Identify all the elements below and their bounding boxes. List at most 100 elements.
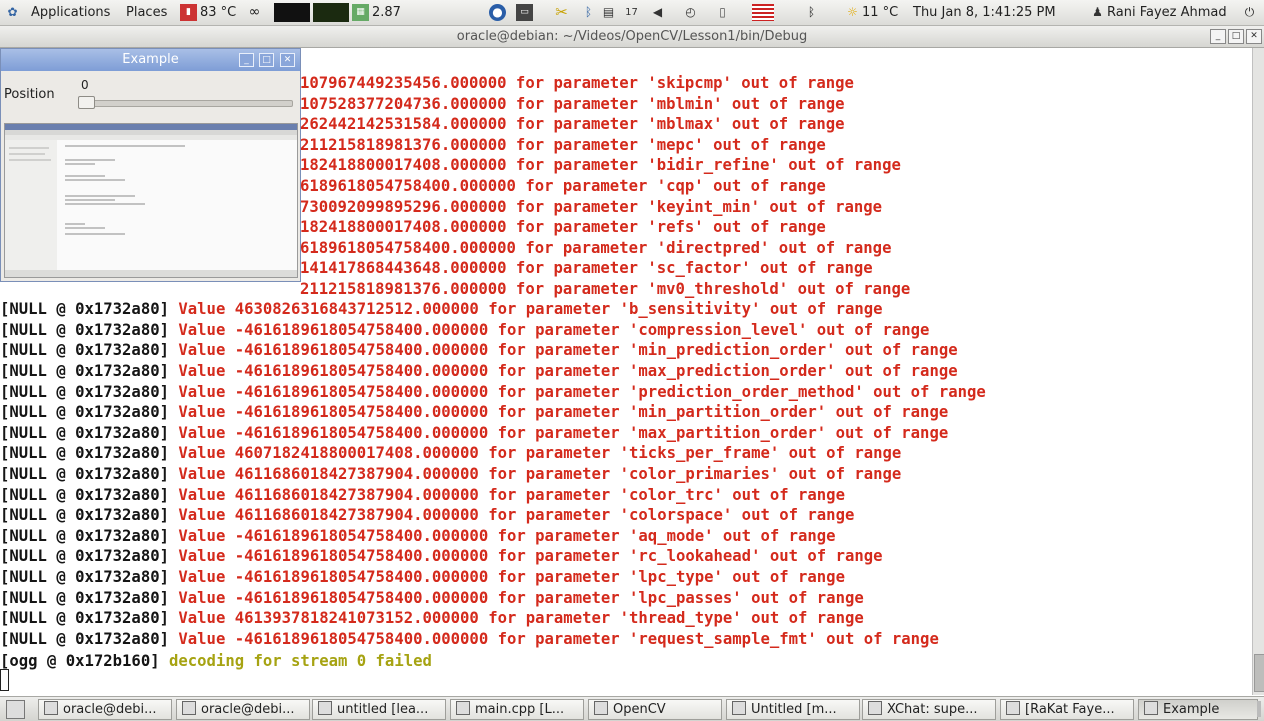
minimize-button[interactable]: _ <box>1210 29 1226 44</box>
line-message: Value -4616189618054758400.000000 for pa… <box>178 526 836 545</box>
show-desktop-icon[interactable] <box>6 700 25 719</box>
mixer-icon[interactable]: ▤ <box>600 4 617 21</box>
workspace-switcher[interactable] <box>1257 701 1261 717</box>
xchat-icon <box>868 701 882 715</box>
line-message: Value -4616189618054758400.000000 for pa… <box>178 629 939 648</box>
globe-icon[interactable]: ● <box>489 4 506 21</box>
line-prefix: [NULL @ 0x1732a80] <box>0 320 179 339</box>
line-prefix: [NULL @ 0x1732a80] <box>0 341 179 360</box>
line-message: Value 4611686018427387904.000000 for par… <box>178 464 902 483</box>
clock[interactable]: Thu Jan 8, 1:41:25 PM <box>913 0 1056 25</box>
taskbar-item[interactable]: Untitled [m... <box>726 699 860 720</box>
taskbar-item-label: OpenCV <box>613 702 666 717</box>
line-prefix: [NULL @ 0x1732a80] <box>0 567 179 586</box>
volume-icon[interactable]: ◀ <box>649 4 666 21</box>
terminal-line: 182418800017408.000000 for parameter 're… <box>300 217 826 238</box>
tools-icon[interactable]: ✂ <box>553 4 570 21</box>
paint-icon <box>732 701 746 715</box>
line-message: 107528377204736.000000 for parameter 'mb… <box>300 94 845 113</box>
line-message: Value 4613937818241073152.000000 for par… <box>178 609 864 628</box>
trackbar-handle[interactable] <box>78 96 95 109</box>
terminal-line: [NULL @ 0x1732a80] Value -46161896180547… <box>0 320 929 341</box>
line-prefix: [NULL @ 0x1732a80] <box>0 547 179 566</box>
document-icon[interactable]: ▯ <box>714 4 731 21</box>
trackbar-label: Position <box>4 87 55 102</box>
clock-applet-icon[interactable]: ◴ <box>682 4 699 21</box>
terminal-line: [NULL @ 0x1732a80] Value -46161896180547… <box>0 629 939 650</box>
user-name[interactable]: Rani Fayez Ahmad <box>1107 0 1227 25</box>
line-message: Value -4616189618054758400.000000 for pa… <box>178 320 930 339</box>
example-minimize-button[interactable]: _ <box>239 53 254 67</box>
terminal-line: [NULL @ 0x1732a80] Value -46161896180547… <box>0 361 958 382</box>
example-titlebar[interactable]: Example _ □ ✕ <box>1 49 300 71</box>
terminal-line: 730092099895296.000000 for parameter 'ke… <box>300 197 882 218</box>
taskbar-item[interactable]: oracle@debi... <box>38 699 172 720</box>
power-icon[interactable]: ⏻ <box>1241 4 1258 21</box>
taskbar-item[interactable]: Example <box>1138 699 1258 720</box>
taskbar-item[interactable]: OpenCV <box>588 699 722 720</box>
close-button[interactable]: ✕ <box>1246 29 1262 44</box>
us-flag-icon[interactable] <box>752 4 774 21</box>
terminal-line: [NULL @ 0x1732a80] Value -46161896180547… <box>0 382 986 403</box>
terminal-line: 6189618054758400.000000 for parameter 'd… <box>300 238 891 259</box>
top-panel: ✿ Applications Places ▮ 83 °C ∞ ▦ 2.87 ●… <box>0 0 1264 26</box>
line-message: Value 4630826316843712512.000000 for par… <box>178 300 883 319</box>
window-icon <box>1144 701 1158 715</box>
terminal-titlebar[interactable]: oracle@debian: ~/Videos/OpenCV/Lesson1/b… <box>0 26 1264 48</box>
bluetooth-icon[interactable]: ᛒ <box>580 4 597 21</box>
line-message: Value -4616189618054758400.000000 for pa… <box>178 588 864 607</box>
taskbar-item-label: Example <box>1163 702 1220 717</box>
taskbar-item[interactable]: oracle@debi... <box>176 699 310 720</box>
taskbar-item[interactable]: main.cpp [L... <box>450 699 584 720</box>
terminal-line: [NULL @ 0x1732a80] Value -46161896180547… <box>0 567 845 588</box>
terminal-line: [NULL @ 0x1732a80] Value 461168601842738… <box>0 505 854 526</box>
video-frame <box>4 123 298 278</box>
terminal-title: oracle@debian: ~/Videos/OpenCV/Lesson1/b… <box>456 29 808 44</box>
scrollbar-thumb[interactable] <box>1254 654 1264 692</box>
terminal-line: 107528377204736.000000 for parameter 'mb… <box>300 94 845 115</box>
line-prefix: [NULL @ 0x1732a80] <box>0 485 179 504</box>
position-trackbar[interactable] <box>81 100 293 107</box>
line-message: Value -4616189618054758400.000000 for pa… <box>178 547 883 566</box>
terminal-icon <box>44 701 58 715</box>
bluetooth-status-icon[interactable]: ᛒ <box>803 4 820 21</box>
taskbar-item-label: [RaKat Faye... <box>1025 702 1115 717</box>
taskbar-item-label: untitled [lea... <box>337 702 429 717</box>
applications-menu[interactable]: Applications <box>31 0 110 25</box>
weather-temperature: 11 °C <box>862 5 899 20</box>
terminal-line: [NULL @ 0x1732a80] Value 461393781824107… <box>0 608 864 629</box>
line-message: Value -4616189618054758400.000000 for pa… <box>178 567 845 586</box>
calendar-icon[interactable]: 17 <box>623 4 640 21</box>
line-prefix: [NULL @ 0x1732a80] <box>0 444 179 463</box>
line-message: 211215818981376.000000 for parameter 'me… <box>300 135 826 154</box>
example-maximize-button[interactable]: □ <box>259 53 274 67</box>
maximize-button[interactable]: □ <box>1228 29 1244 44</box>
line-prefix: [NULL @ 0x1732a80] <box>0 382 179 401</box>
video-frame-screenshot <box>5 124 297 277</box>
line-prefix: [NULL @ 0x1732a80] <box>0 403 179 422</box>
line-message: 211215818981376.000000 for parameter 'mv… <box>300 280 911 298</box>
taskbar-item[interactable]: [RaKat Faye... <box>1000 699 1134 720</box>
example-close-button[interactable]: ✕ <box>280 53 295 67</box>
line-message: Value -4616189618054758400.000000 for pa… <box>178 341 958 360</box>
terminal-scrollbar[interactable] <box>1252 48 1264 695</box>
terminal-line: [NULL @ 0x1732a80] Value 463082631684371… <box>0 299 883 320</box>
line-message: 182418800017408.000000 for parameter 're… <box>300 218 826 237</box>
load-value: 2.87 <box>372 5 401 20</box>
line-prefix: [NULL @ 0x1732a80] <box>0 464 179 483</box>
cpu-sensor-icon: ▮ <box>180 4 197 21</box>
terminal-line: [NULL @ 0x1732a80] Value -46161896180547… <box>0 526 836 547</box>
terminal-last-line: [ogg @ 0x172b160] decoding for stream 0 … <box>0 651 432 672</box>
taskbar-item[interactable]: XChat: supe... <box>862 699 996 720</box>
line-message: 141417868443648.000000 for parameter 'sc… <box>300 259 873 278</box>
weather-sun-icon: ☼ <box>847 5 858 19</box>
example-window[interactable]: Example _ □ ✕ Position 0 <box>0 48 301 282</box>
user-icon: ♟ <box>1092 5 1103 19</box>
line-prefix: [NULL @ 0x1732a80] <box>0 300 179 319</box>
places-menu[interactable]: Places <box>126 0 167 25</box>
folder-icon <box>594 701 608 715</box>
taskbar-item[interactable]: untitled [lea... <box>312 699 446 720</box>
line-message: decoding for stream 0 failed <box>169 652 432 670</box>
cpu-temperature: 83 °C <box>200 5 237 20</box>
terminal-launcher-icon[interactable]: ▭ <box>516 4 533 21</box>
